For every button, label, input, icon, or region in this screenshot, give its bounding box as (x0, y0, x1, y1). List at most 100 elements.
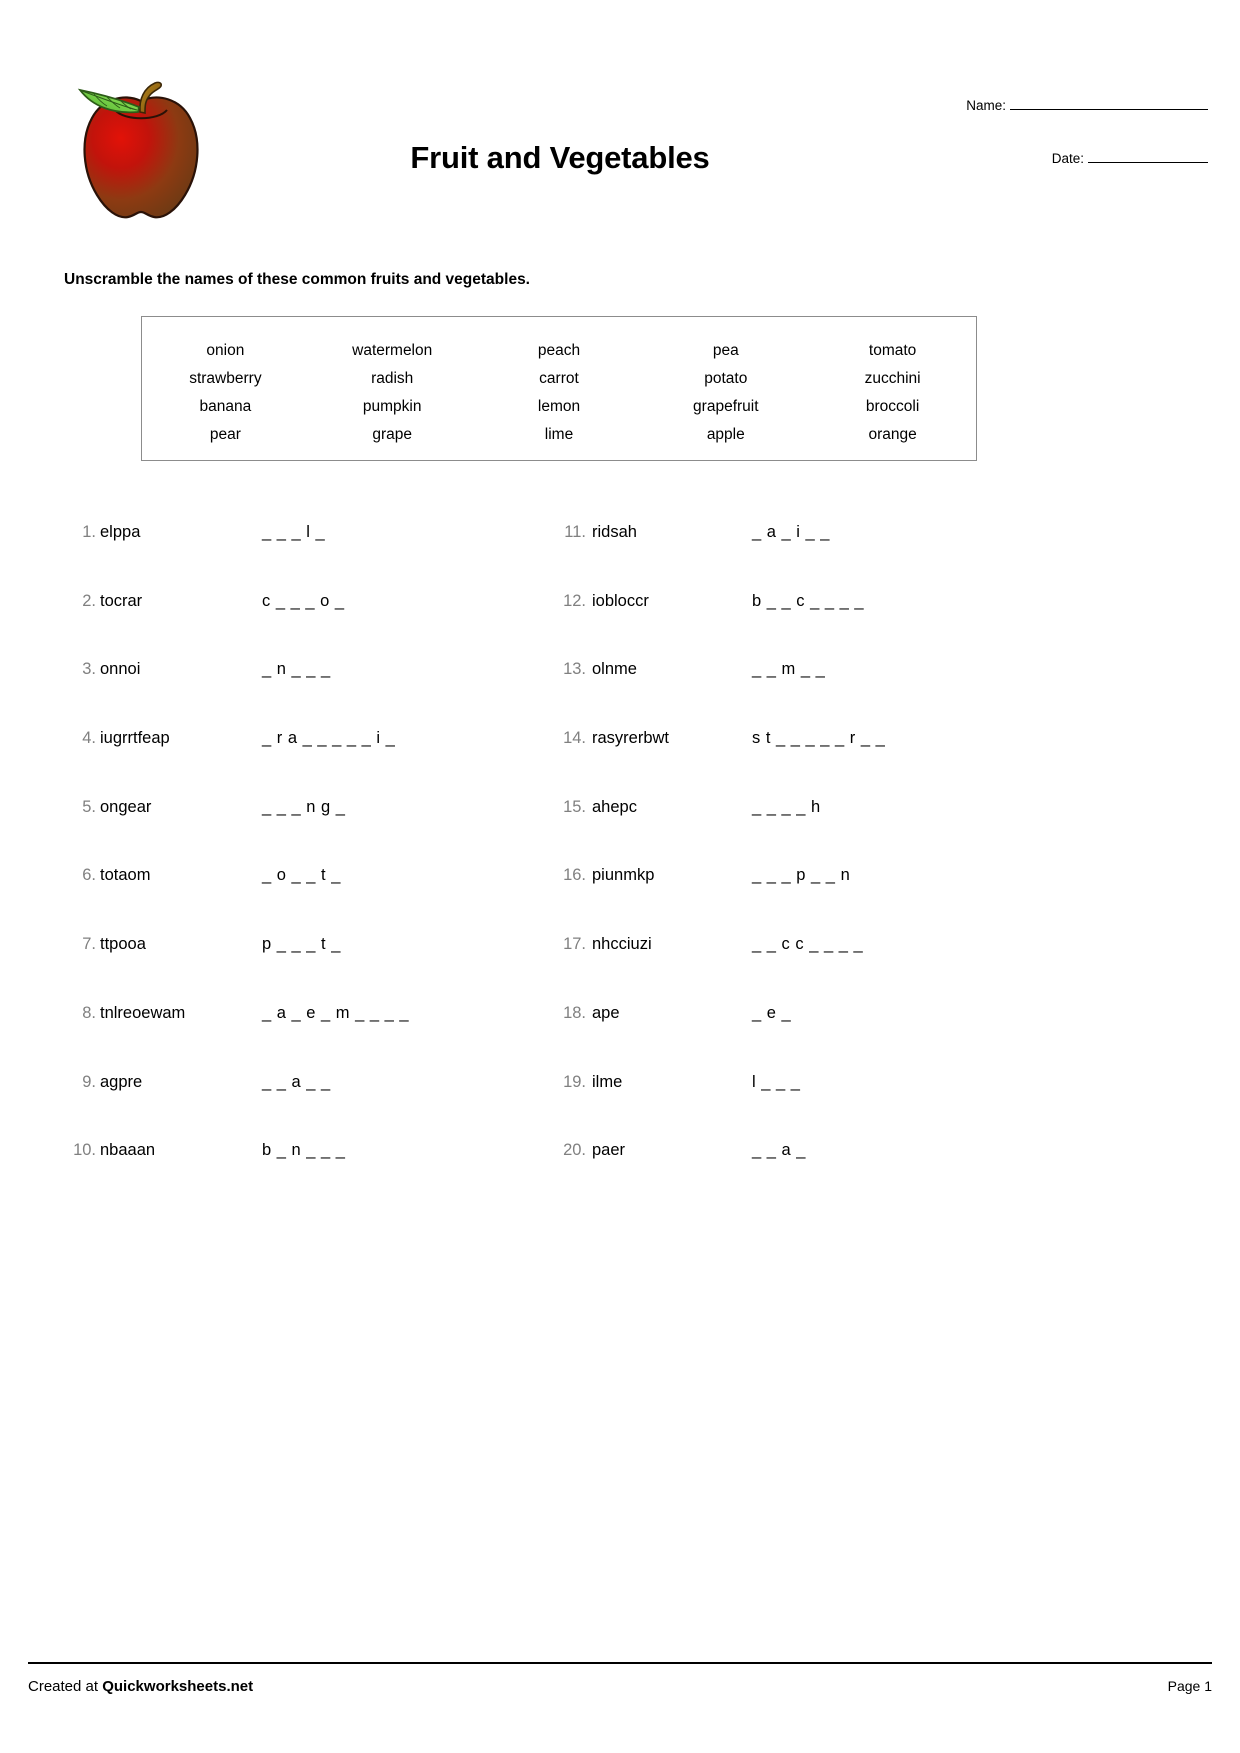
puzzle-item: 5. ongear _ _ _ n g _ (66, 780, 586, 849)
scrambled-word: ttpooa (100, 935, 146, 954)
item-number: 1. (82, 523, 96, 541)
word-bank-word: apple (706, 426, 745, 443)
item-number: 5. (82, 797, 96, 816)
word-bank-word: lemon (537, 398, 581, 415)
answer-blanks[interactable]: _ _ _ p _ _ n (752, 866, 850, 885)
site-name-link[interactable]: Quickworksheets.net (102, 1678, 253, 1695)
item-number: 9. (82, 1072, 96, 1091)
puzzle-item: 11. ridsah _ a _ i _ _ (552, 505, 1112, 574)
answer-blanks[interactable]: _ a _ e _ m _ _ _ _ (262, 1004, 409, 1023)
scrambled-word: nbaaan (100, 1141, 156, 1160)
date-input-line[interactable] (1088, 149, 1208, 163)
word-bank-word: lime (544, 426, 574, 443)
answer-blanks[interactable]: b _ n _ _ _ (262, 1141, 345, 1160)
puzzle-item: 3. onnoi _ n _ _ _ (66, 642, 586, 711)
answer-blanks[interactable]: _ _ _ n g _ (262, 798, 345, 817)
date-label: Date: (1051, 151, 1084, 166)
name-label: Name: (966, 98, 1006, 113)
scrambled-word: ape (592, 1003, 620, 1022)
item-number: 7. (82, 935, 96, 954)
scrambled-word: onnoi (100, 660, 141, 679)
answer-blanks[interactable]: _ _ a _ _ (262, 1073, 331, 1092)
scrambled-word: ridsah (592, 523, 637, 541)
answer-blanks[interactable]: _ _ a _ (752, 1141, 806, 1160)
puzzle-item: 14. rasyrerbwt s t _ _ _ _ _ r _ _ (552, 711, 1112, 780)
answer-blanks[interactable]: l _ _ _ (752, 1073, 800, 1092)
scrambled-word: elppa (100, 523, 141, 541)
puzzle-item: 13. olnme _ _ m _ _ (552, 642, 1112, 711)
item-number: 17. (563, 935, 586, 954)
item-number: 15. (563, 797, 586, 816)
scrambled-word: rasyrerbwt (592, 729, 670, 748)
answer-blanks[interactable]: _ n _ _ _ (262, 660, 331, 679)
item-number: 13. (563, 660, 586, 679)
item-number: 12. (563, 591, 586, 610)
word-bank-word: tomato (868, 342, 917, 359)
puzzle-item: 18. ape _ e _ (552, 986, 1112, 1055)
answer-blanks[interactable]: _ r a _ _ _ _ _ i _ (262, 729, 395, 748)
word-bank-word: strawberry (189, 370, 262, 387)
word-bank-row: banana pumpkin lemon grapefruit broccoli (142, 393, 976, 421)
puzzle-column-right: 11. ridsah _ a _ i _ _ 12. iobloccr b _ … (552, 505, 1112, 1192)
word-bank-word: orange (868, 426, 917, 443)
scrambled-word: iugrrtfeap (100, 729, 170, 748)
answer-blanks[interactable]: _ _ m _ _ (752, 660, 825, 679)
word-bank-word: onion (206, 342, 245, 359)
word-bank-word: carrot (539, 370, 579, 387)
answer-blanks[interactable]: _ e _ (752, 1004, 791, 1023)
item-number: 6. (82, 866, 96, 885)
puzzle-item: 15. ahepc _ _ _ _ h (552, 780, 1112, 849)
name-input-line[interactable] (1010, 96, 1208, 110)
answer-blanks[interactable]: _ _ c c _ _ _ _ (752, 935, 863, 954)
scrambled-word: ongear (100, 797, 152, 816)
answer-blanks[interactable]: s t _ _ _ _ _ r _ _ (752, 729, 885, 748)
item-number: 16. (563, 866, 586, 885)
puzzle-column-left: 1. elppa _ _ _ l _ 2. tocrar c _ _ _ o _… (66, 505, 586, 1192)
word-bank-word: grapefruit (693, 398, 759, 415)
word-bank-word: broccoli (865, 398, 920, 415)
item-number: 2. (82, 591, 96, 610)
name-date-block: Name: Date: (788, 96, 1208, 166)
answer-blanks[interactable]: _ _ _ l _ (262, 523, 325, 542)
created-at-label: Created at (28, 1678, 103, 1695)
puzzle-item: 12. iobloccr b _ _ c _ _ _ _ (552, 574, 1112, 643)
item-number: 8. (82, 1003, 96, 1022)
answer-blanks[interactable]: p _ _ _ t _ (262, 935, 341, 954)
puzzle-item: 10. nbaaan b _ n _ _ _ (66, 1123, 586, 1192)
worksheet-page: Fruit and Vegetables Name: Date: Unscram… (0, 0, 1240, 1753)
scrambled-word: iobloccr (592, 591, 649, 610)
answer-blanks[interactable]: c _ _ _ o _ (262, 592, 345, 611)
answer-blanks[interactable]: b _ _ c _ _ _ _ (752, 592, 864, 611)
scrambled-word: tnlreoewam (100, 1003, 186, 1022)
puzzle-item: 1. elppa _ _ _ l _ (66, 505, 586, 574)
date-field-row: Date: (788, 149, 1208, 166)
answer-blanks[interactable]: _ _ _ _ h (752, 798, 821, 817)
apple-illustration-icon (66, 68, 216, 233)
word-bank-word: potato (704, 370, 748, 387)
footer-divider (28, 1662, 1212, 1664)
word-bank-word: grape (372, 426, 413, 443)
puzzle-item: 2. tocrar c _ _ _ o _ (66, 574, 586, 643)
page-header: Fruit and Vegetables Name: Date: (0, 0, 1240, 250)
page-title: Fruit and Vegetables (410, 140, 710, 175)
word-bank-box: onion watermelon peach pea tomato strawb… (141, 316, 977, 461)
puzzle-item: 9. agpre _ _ a _ _ (66, 1055, 586, 1124)
item-number: 3. (82, 660, 96, 679)
item-number: 11. (564, 523, 586, 541)
item-number: 19. (563, 1072, 586, 1091)
item-number: 20. (563, 1141, 586, 1160)
word-bank-word: pumpkin (362, 398, 422, 415)
puzzle-item: 19. ilme l _ _ _ (552, 1055, 1112, 1124)
scrambled-word: tocrar (100, 591, 143, 610)
scrambled-word: nhcciuzi (592, 935, 652, 954)
scrambled-word: ilme (592, 1072, 623, 1091)
word-bank-word: banana (199, 398, 252, 415)
puzzle-item: 20. paer _ _ a _ (552, 1123, 1112, 1192)
answer-blanks[interactable]: _ a _ i _ _ (752, 523, 830, 542)
item-number: 10. (73, 1141, 96, 1160)
puzzle-item: 7. ttpooa p _ _ _ t _ (66, 917, 586, 986)
answer-blanks[interactable]: _ o _ _ t _ (262, 866, 341, 885)
item-number: 4. (82, 729, 96, 748)
word-bank-word: zucchini (864, 370, 921, 387)
scrambled-word: paer (592, 1141, 626, 1160)
